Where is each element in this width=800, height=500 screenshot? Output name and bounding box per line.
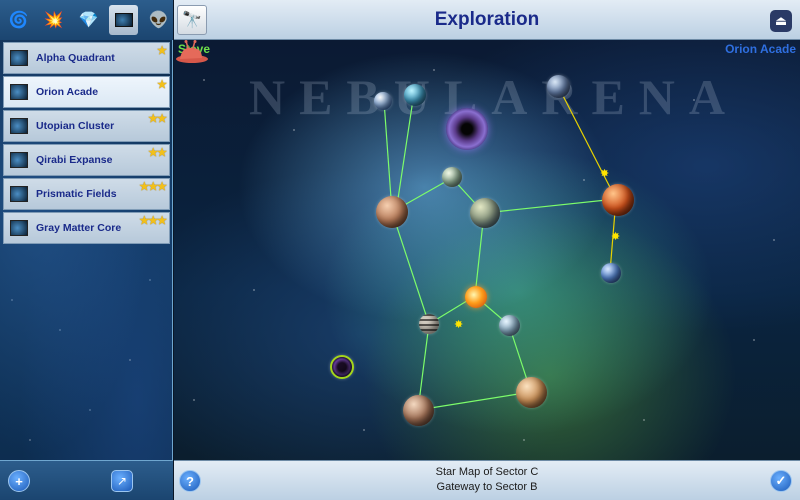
add-button[interactable]: + (8, 470, 30, 492)
sector-item-prismatic-fields[interactable]: Prismatic Fields ★★★ (3, 178, 170, 210)
explosion-icon[interactable]: 💥 (39, 5, 68, 35)
map-subtitle: Gateway to Sector B (436, 481, 538, 493)
star-rating: ★ (157, 45, 167, 57)
star-map-icon[interactable] (109, 5, 138, 35)
sector-item-alpha-quadrant[interactable]: Alpha Quadrant ★ (3, 42, 170, 74)
sector-list: Alpha Quadrant ★ Orion Acade ★ Utopian C… (3, 42, 170, 246)
sector-label: Alpha Quadrant (36, 52, 115, 64)
sector-panel: 🌀 💥 💎 👽 Alpha Quadrant ★ Orion Acade ★ U… (0, 0, 173, 500)
left-toolbar: + ↗ (0, 460, 173, 500)
spiral-galaxy-glyph: 🌀 (8, 12, 29, 29)
sector-label: Utopian Cluster (36, 120, 115, 132)
sector-thumbnail (10, 220, 28, 236)
star-rating: ★★ (148, 147, 167, 159)
slug-mascot-icon (176, 40, 208, 63)
checkmark-icon: ✓ (775, 473, 787, 488)
planet-icon[interactable] (376, 196, 408, 228)
planet-icon[interactable] (404, 84, 426, 106)
sector-item-qirabi-expanse[interactable]: Qirabi Expanse ★★ (3, 144, 170, 176)
share-icon: ↗ (116, 474, 128, 488)
plus-icon: + (15, 473, 23, 489)
wormhole-icon[interactable] (330, 355, 354, 379)
page-title: Exploration (434, 9, 540, 30)
explosion-glyph: 💥 (43, 12, 64, 29)
gold-link-line (557, 85, 617, 200)
sector-label: Gray Matter Core (36, 222, 122, 234)
sector-item-orion-acade[interactable]: Orion Acade ★ (3, 76, 170, 108)
link-line (391, 211, 430, 325)
sun-icon[interactable] (465, 286, 487, 308)
spiral-galaxy-icon[interactable]: 🌀 (4, 5, 33, 35)
sector-label: Qirabi Expanse (36, 154, 113, 166)
link-line (395, 92, 415, 213)
planet-icon[interactable] (403, 395, 434, 426)
sector-label: Orion Acade (36, 86, 99, 98)
confirm-button[interactable]: ✓ (770, 470, 792, 492)
gold-star-marker: ✸ (611, 230, 620, 243)
black-hole-icon[interactable] (446, 108, 488, 150)
map-title: Star Map of Sector C (435, 466, 539, 478)
sector-thumbnail (10, 186, 28, 202)
planet-icon[interactable] (499, 315, 520, 336)
star-rating: ★★ (148, 113, 167, 125)
gem-icon[interactable]: 💎 (74, 5, 103, 35)
sector-item-gray-matter-core[interactable]: Gray Matter Core ★★★ (3, 212, 170, 244)
game-window: 🌀 💥 💎 👽 Alpha Quadrant ★ Orion Acade ★ U… (0, 0, 800, 500)
sector-thumbnail (10, 50, 28, 66)
link-line (483, 198, 617, 214)
star-rating: ★★★ (139, 181, 167, 193)
share-button[interactable]: ↗ (111, 470, 133, 492)
exit-button[interactable]: ⏏ (770, 10, 792, 32)
sector-thumbnail (10, 152, 28, 168)
category-tabs: 🌀 💥 💎 👽 (0, 0, 173, 40)
exit-icon: ⏏ (774, 13, 788, 28)
star-map-links: ✸ ✸ ✸ (383, 85, 620, 411)
alien-icon[interactable]: 👽 (144, 5, 173, 35)
planet-icon[interactable] (601, 263, 621, 283)
planet-icon[interactable] (374, 92, 392, 110)
star-rating: ★ (157, 79, 167, 91)
header-bar: 🔭 Exploration ⏏ (174, 0, 800, 40)
footer-bar: ? Star Map of Sector C Gateway to Sector… (174, 460, 800, 500)
gold-star-marker: ✸ (600, 167, 609, 180)
planet-icon[interactable] (470, 198, 500, 228)
sector-label: Prismatic Fields (36, 188, 117, 200)
planet-icon[interactable] (442, 167, 462, 187)
sector-thumbnail (10, 84, 28, 100)
planet-icon[interactable] (602, 184, 634, 216)
star-map-thumbnail (114, 13, 133, 27)
alien-glyph: 👽 (148, 12, 169, 29)
planet-icon[interactable] (419, 314, 439, 334)
gold-star-marker: ✸ (454, 318, 463, 331)
star-map[interactable]: NEBULARENA Steve Orion Acade (174, 40, 800, 460)
link-line (417, 391, 532, 411)
sector-item-utopian-cluster[interactable]: Utopian Cluster ★★ (3, 110, 170, 142)
gem-glyph: 💎 (78, 12, 99, 29)
sector-thumbnail (10, 118, 28, 134)
planet-icon[interactable] (516, 377, 547, 408)
planet-icon[interactable] (547, 75, 570, 98)
star-rating: ★★★ (139, 215, 167, 227)
